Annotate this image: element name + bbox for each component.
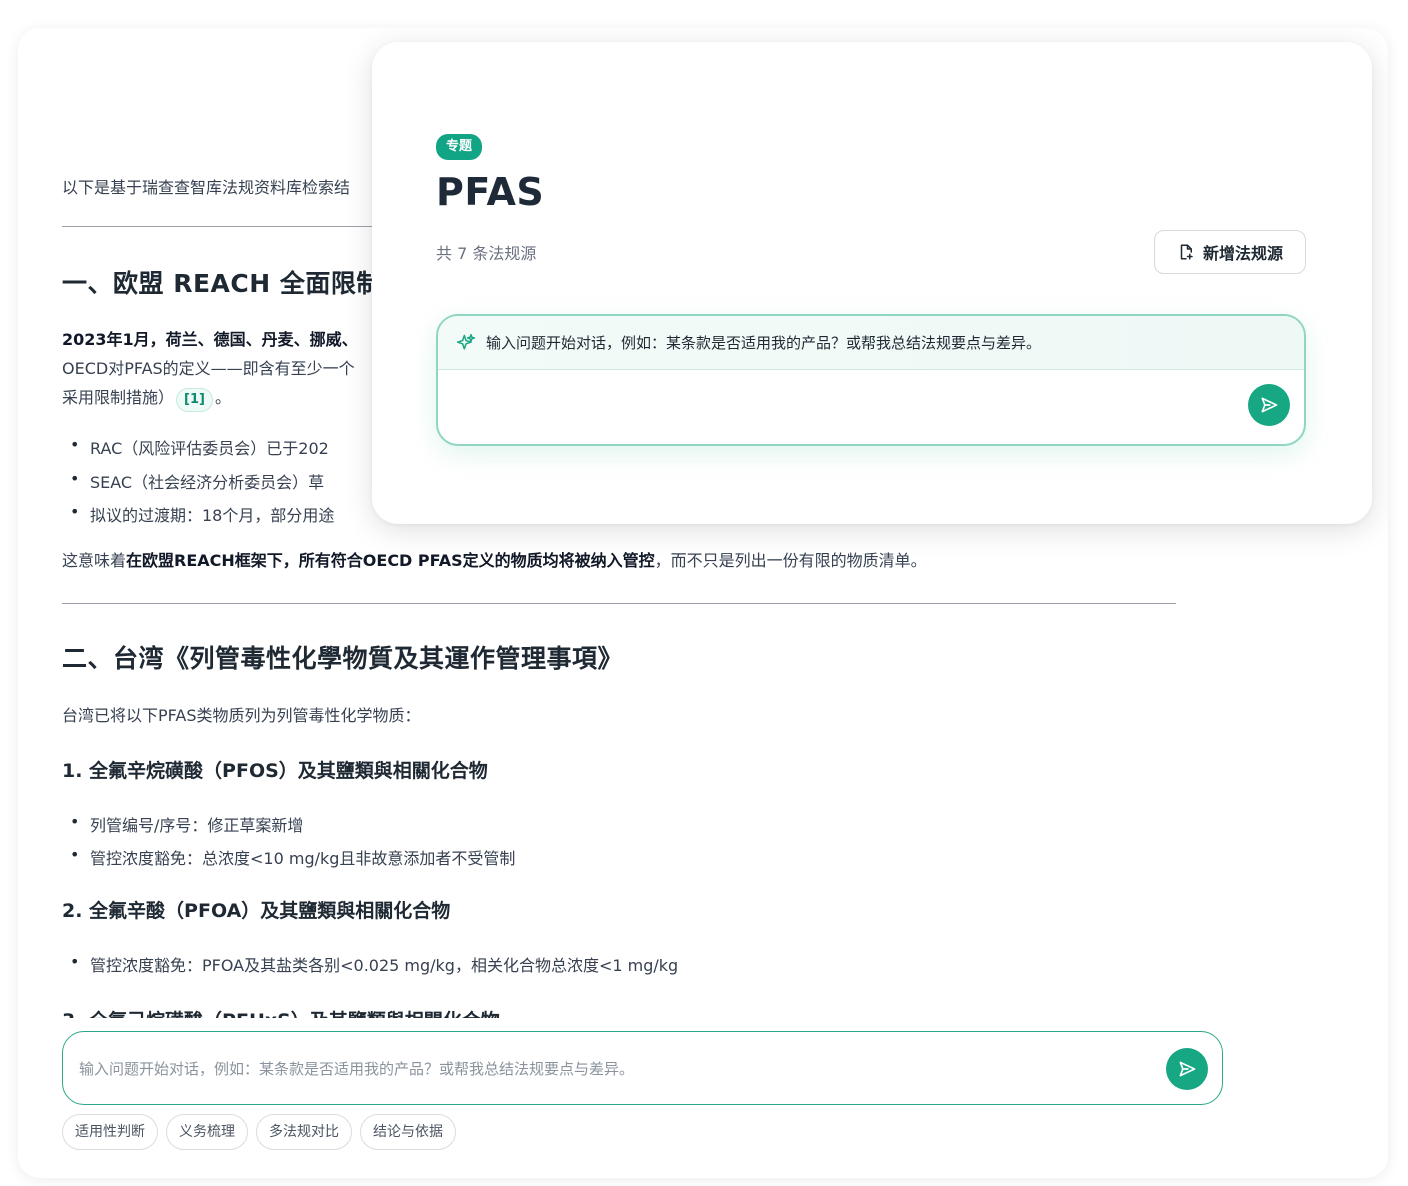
section2-heading: 二、台湾《列管毒性化學物質及其運作管理事項》 — [62, 644, 624, 673]
sub1-heading: 1. 全氟辛烷磺酸（PFOS）及其鹽類與相關化合物 — [62, 760, 488, 782]
panel-chat-prompt-row: 输入问题开始对话，例如：某条款是否适用我的产品？或帮我总结法规要点与差异。 — [438, 316, 1304, 370]
send-icon — [1179, 1061, 1196, 1077]
period: 。 — [214, 388, 231, 407]
add-file-icon — [1180, 244, 1193, 260]
summary-suffix: ，而不只是列出一份有限的物质清单。 — [654, 551, 927, 570]
chat-placeholder: 输入问题开始对话，例如：某条款是否适用我的产品？或帮我总结法规要点与差异。 — [79, 1060, 635, 1078]
list-item: 列管编号/序号：修正草案新增 — [70, 812, 303, 836]
chip-obligations[interactable]: 义务梳理 — [166, 1114, 248, 1150]
source-count: 共 7 条法规源 — [436, 244, 537, 263]
section1-para-bold: 2023年1月，荷兰、德国、丹麦、挪威、 — [62, 330, 358, 349]
send-button[interactable] — [1166, 1048, 1208, 1090]
list-item: 拟议的过渡期：18个月，部分用途 — [70, 502, 334, 526]
list-item: 管控浓度豁免：总浓度<10 mg/kg且非故意添加者不受管制 — [70, 845, 515, 869]
citation-badge[interactable]: [1] — [176, 388, 213, 412]
summary-paragraph: 这意味着在欧盟REACH框架下，所有符合OECD PFAS定义的物质均将被纳入管… — [62, 546, 927, 575]
chip-conclusion[interactable]: 结论与依据 — [360, 1114, 456, 1150]
section1-paragraph: 2023年1月，荷兰、德国、丹麦、挪威、 OECD对PFAS的定义——即含有至少… — [62, 325, 358, 412]
divider — [62, 603, 1176, 604]
list-item: RAC（风险评估委员会）已于202 — [70, 435, 329, 459]
section1-para-line2: OECD对PFAS的定义——即含有至少一个 — [62, 359, 355, 378]
topic-badge: 专题 — [436, 134, 483, 160]
send-icon — [1261, 397, 1278, 413]
topic-title: PFAS — [436, 170, 545, 214]
section1-para-line3: 采用限制措施） — [62, 388, 175, 407]
panel-send-button[interactable] — [1248, 384, 1290, 426]
topic-panel: 专题 PFAS 共 7 条法规源 新增法规源 输入问题开始对话，例如：某条款是否… — [372, 42, 1372, 524]
section1-heading: 一、欧盟 REACH 全面限制 — [62, 269, 382, 298]
panel-chat-prompt: 输入问题开始对话，例如：某条款是否适用我的产品？或帮我总结法规要点与差异。 — [486, 334, 1042, 352]
panel-chat-input[interactable]: 输入问题开始对话，例如：某条款是否适用我的产品？或帮我总结法规要点与差异。 — [436, 314, 1306, 446]
sub3-heading-partial: 3. 全氟己烷磺酸（PFHxS）及其鹽類與相關化合物 — [62, 1006, 500, 1018]
summary-bold: 在欧盟REACH框架下，所有符合OECD PFAS定义的物质均将被纳入管控 — [126, 551, 655, 570]
section2-intro: 台湾已将以下PFAS类物质列为列管毒性化学物质： — [62, 706, 421, 725]
add-source-label: 新增法规源 — [1202, 244, 1283, 263]
chat-input[interactable]: 输入问题开始对话，例如：某条款是否适用我的产品？或帮我总结法规要点与差异。 — [62, 1031, 1223, 1105]
sub2-heading: 2. 全氟辛酸（PFOA）及其鹽類與相關化合物 — [62, 900, 451, 922]
summary-prefix: 这意味着 — [62, 551, 127, 570]
add-source-button[interactable]: 新增法规源 — [1154, 230, 1306, 274]
sparkle-icon — [456, 333, 476, 350]
main-window: 以下是基于瑞查查智库法规资料库检索结 一、欧盟 REACH 全面限制 2023年… — [18, 28, 1388, 1178]
suggestion-chips: 适用性判断 义务梳理 多法规对比 结论与依据 — [62, 1114, 456, 1150]
list-item: SEAC（社会经济分析委员会）草 — [70, 469, 324, 493]
list-item: 管控浓度豁免：PFOA及其盐类各别<0.025 mg/kg，相关化合物总浓度<1… — [70, 952, 678, 976]
chip-applicability[interactable]: 适用性判断 — [62, 1114, 158, 1150]
intro-text: 以下是基于瑞查查智库法规资料库检索结 — [62, 178, 351, 197]
chip-compare[interactable]: 多法规对比 — [256, 1114, 352, 1150]
